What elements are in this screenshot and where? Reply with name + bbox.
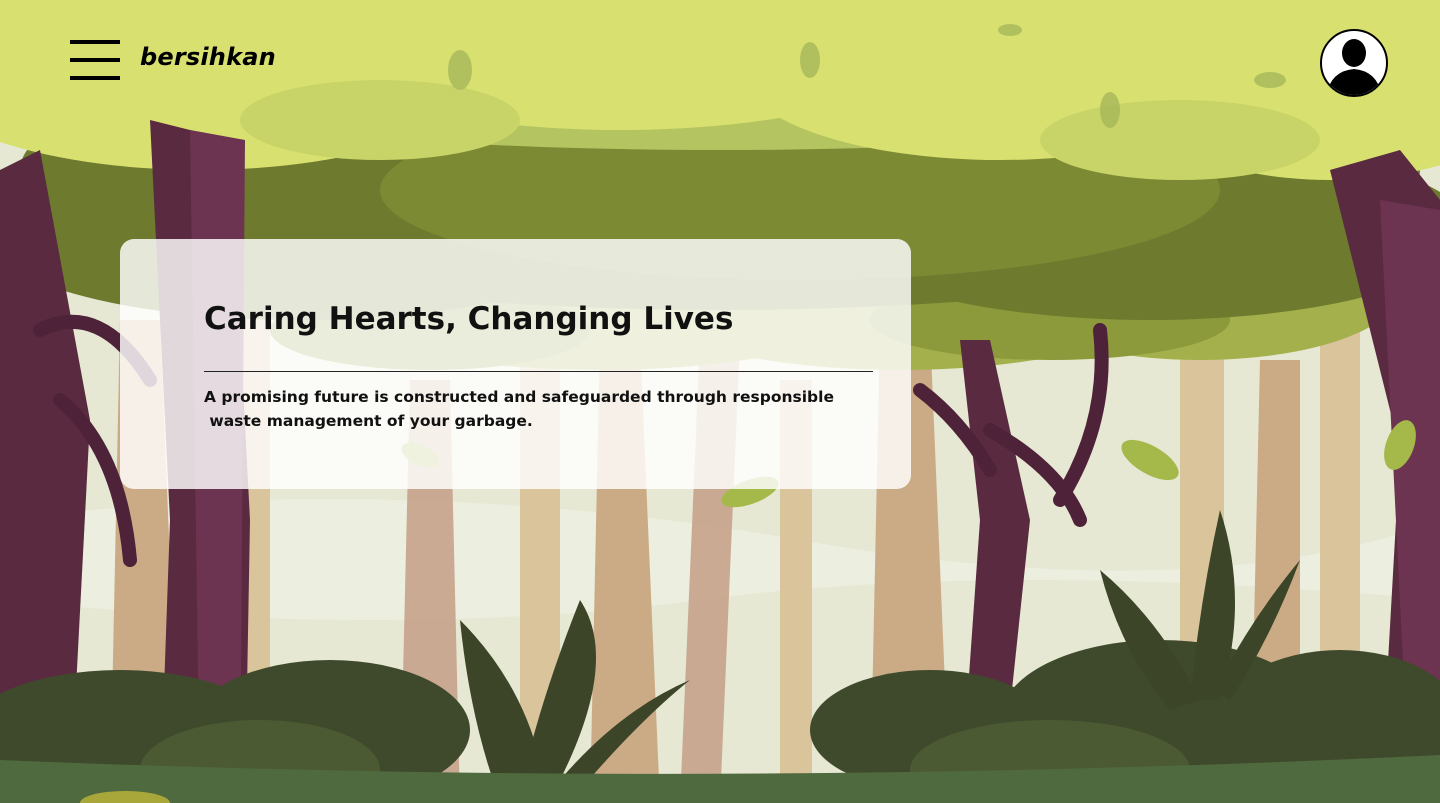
menu-line [70, 58, 120, 62]
user-avatar-icon[interactable] [1320, 29, 1388, 97]
hamburger-menu-button[interactable] [70, 40, 120, 80]
hero-description-line: waste management of your garbage. [204, 412, 533, 430]
menu-line [70, 40, 120, 44]
landing-page: bersihkan Caring Hearts, Changing Lives … [0, 0, 1440, 803]
hero-description-line: A promising future is constructed and sa… [204, 388, 834, 406]
hero-title: Caring Hearts, Changing Lives [204, 301, 734, 337]
hero-description: A promising future is constructed and sa… [204, 385, 844, 433]
menu-line [70, 76, 120, 80]
divider [204, 371, 873, 372]
hero-card: Caring Hearts, Changing Lives A promisin… [120, 239, 911, 489]
brand-logo[interactable]: bersihkan [140, 43, 276, 71]
